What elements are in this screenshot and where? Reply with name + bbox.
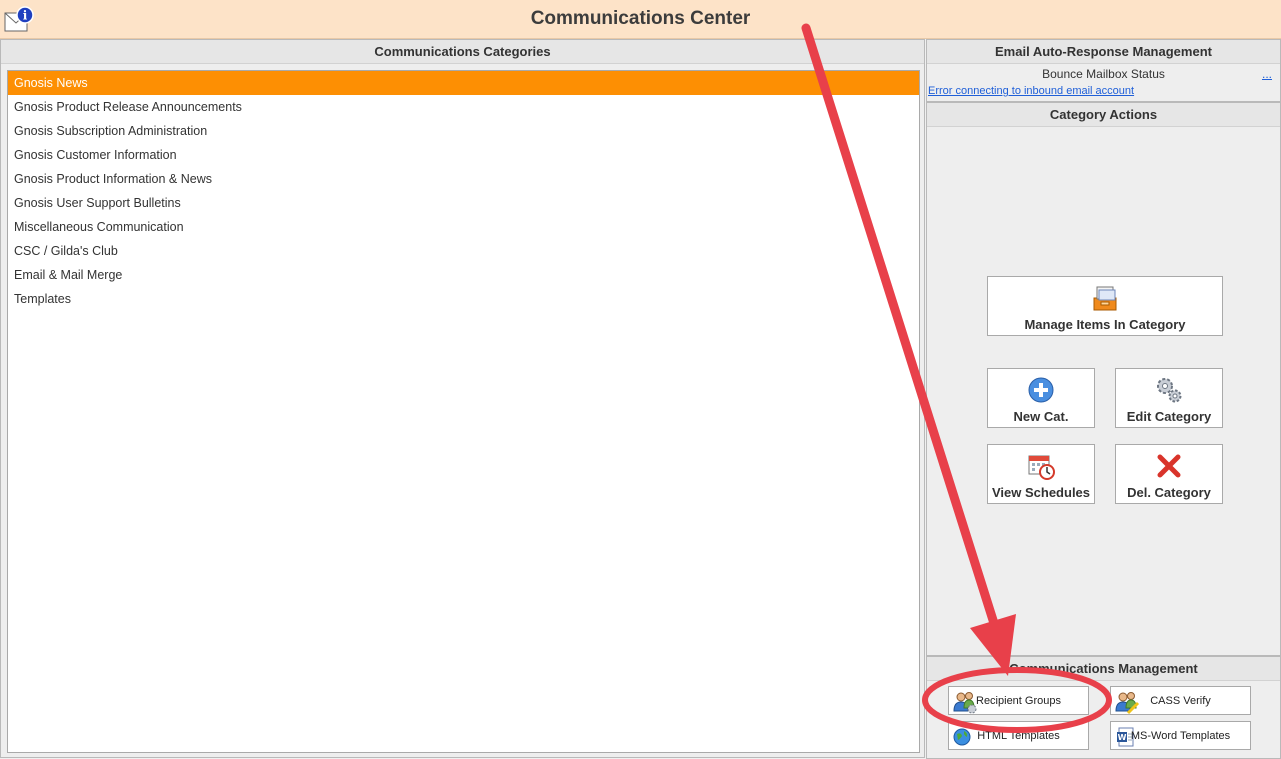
category-item-product-info-news[interactable]: Gnosis Product Information & News	[8, 167, 919, 191]
new-category-label: New Cat.	[1013, 409, 1069, 424]
html-templates-button[interactable]: HTML Templates	[948, 721, 1089, 750]
category-actions-panel: Category Actions Manage Items In Categor…	[926, 102, 1281, 656]
delete-category-button[interactable]: Del. Category	[1115, 444, 1223, 504]
recipient-groups-label: Recipient Groups	[976, 695, 1061, 707]
plus-circle-icon	[1028, 377, 1054, 403]
category-item-subscription-admin[interactable]: Gnosis Subscription Administration	[8, 119, 919, 143]
delete-category-label: Del. Category	[1127, 485, 1211, 500]
cass-verify-button[interactable]: CASS Verify	[1110, 686, 1251, 715]
recipient-groups-button[interactable]: Recipient Groups	[948, 686, 1089, 715]
ms-word-templates-label: MS-Word Templates	[1130, 730, 1231, 742]
app-title: Communications Center	[530, 8, 751, 29]
category-item-user-support[interactable]: Gnosis User Support Bulletins	[8, 191, 919, 215]
file-cabinet-icon	[1093, 286, 1117, 311]
edit-category-button[interactable]: Edit Category	[1115, 368, 1223, 428]
error-connecting-link[interactable]: Error connecting to inbound email accoun…	[927, 84, 1280, 98]
category-item-csc-gildas[interactable]: CSC / Gilda's Club	[8, 239, 919, 263]
title-bar: i Communications Center	[0, 0, 1281, 39]
ms-word-templates-button[interactable]: W MS-Word Templates	[1110, 721, 1251, 750]
category-item-misc[interactable]: Miscellaneous Communication	[8, 215, 919, 239]
view-schedules-button[interactable]: View Schedules	[987, 444, 1095, 504]
category-item-customer-info[interactable]: Gnosis Customer Information	[8, 143, 919, 167]
categories-header: Communications Categories	[1, 40, 924, 64]
email-autoresponse-panel: Email Auto-Response Management Bounce Ma…	[926, 39, 1281, 102]
email-panel-header: Email Auto-Response Management	[927, 40, 1280, 64]
gears-icon	[1157, 378, 1182, 403]
category-list[interactable]: Gnosis News Gnosis Product Release Annou…	[7, 70, 920, 753]
bounce-status-row: Bounce Mailbox Status ...	[927, 64, 1280, 84]
category-item-email-mail-merge[interactable]: Email & Mail Merge	[8, 263, 919, 287]
cass-verify-label: CASS Verify	[1150, 695, 1211, 707]
new-category-button[interactable]: New Cat.	[987, 368, 1095, 428]
manage-items-button[interactable]: Manage Items In Category	[987, 276, 1223, 336]
html-templates-label: HTML Templates	[977, 730, 1060, 742]
communications-management-panel: Communications Management Recipient Grou…	[926, 656, 1281, 759]
edit-category-label: Edit Category	[1126, 409, 1212, 424]
bounce-more-link[interactable]: ...	[1262, 64, 1272, 84]
category-item-templates[interactable]: Templates	[8, 287, 919, 311]
categories-panel: Communications Categories Gnosis News Gn…	[0, 39, 925, 758]
bounce-status-label: Bounce Mailbox Status	[1042, 67, 1165, 81]
red-x-icon	[1157, 454, 1181, 478]
category-item-product-release[interactable]: Gnosis Product Release Announcements	[8, 95, 919, 119]
calendar-clock-icon	[1028, 455, 1055, 480]
manage-items-label: Manage Items In Category	[1024, 317, 1186, 332]
communications-management-header: Communications Management	[927, 657, 1280, 681]
category-actions-header: Category Actions	[927, 103, 1280, 127]
view-schedules-label: View Schedules	[991, 485, 1091, 500]
category-item-gnosis-news[interactable]: Gnosis News	[8, 71, 919, 95]
